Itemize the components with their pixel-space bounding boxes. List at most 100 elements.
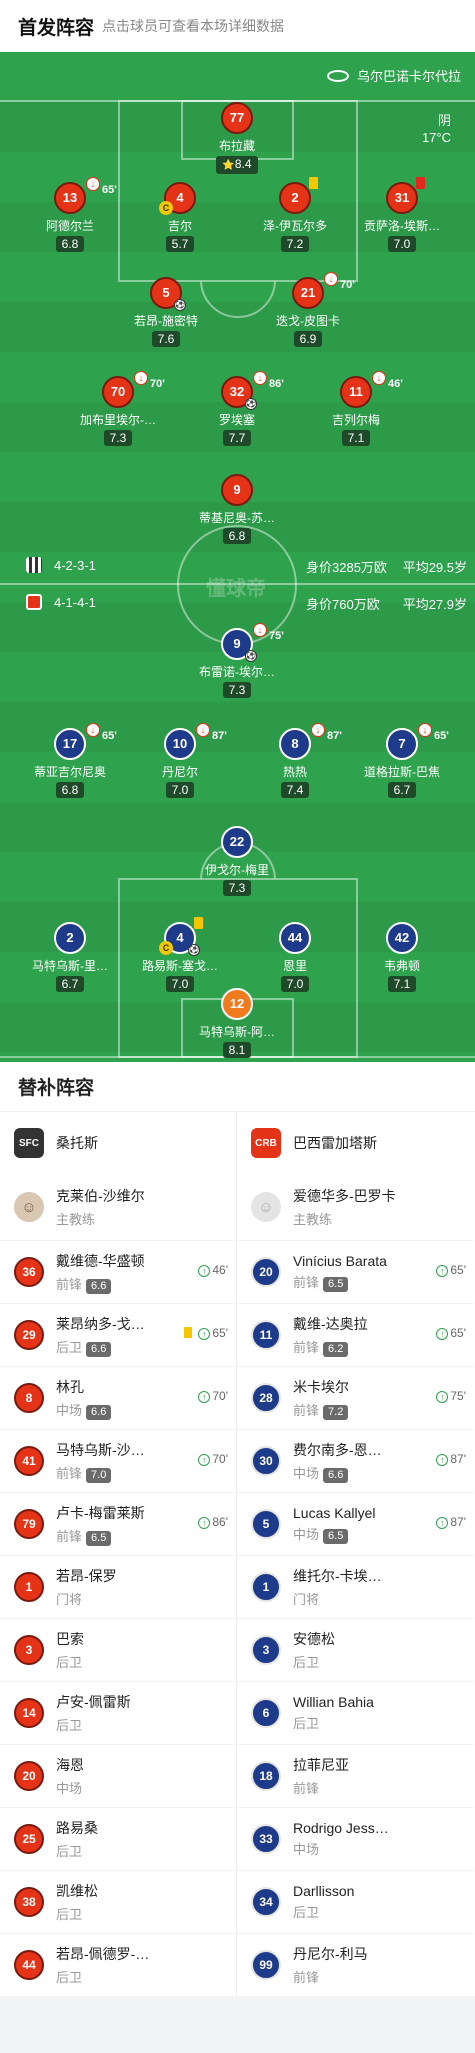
sub-player-row[interactable]: 14 卢安-佩雷斯 后卫 (0, 1681, 236, 1744)
player-name: Vinícius Barata (293, 1252, 387, 1269)
sub-player-row[interactable]: 28 米卡埃尔 前锋 7.2 ↑ 75' (237, 1366, 474, 1429)
player-position: 前锋 (56, 1528, 83, 1544)
sub-player-row[interactable]: 29 莱昂纳多-戈… 后卫 6.6 ↑ 65' (0, 1303, 236, 1366)
away-player-8[interactable]: 4 C ⚽ 路易斯-塞戈… 7.0 (115, 917, 245, 993)
player-number: 28 (251, 1383, 281, 1413)
sub-player-row[interactable]: 8 林孔 中场 6.6 ↑ 70' (0, 1366, 236, 1429)
player-rating: 7.2 (323, 1404, 349, 1420)
player-rating: 5.7 (165, 236, 195, 252)
sub-player-row[interactable]: 33 Rodrigo Jess… 中场 (237, 1807, 474, 1870)
away-coach-row[interactable]: ☺ 爱德华多-巴罗卡 主教练 (237, 1174, 474, 1240)
away-player-3[interactable]: 10 ↓ 87' 丹尼尔 7.0 (115, 723, 245, 799)
lineup-header: 首发阵容 点击球员可查看本场详细数据 (0, 0, 475, 52)
away-player-1[interactable]: 9 ↓ 75' ⚽ 布雷诺-埃尔… 7.3 (172, 623, 302, 699)
away-subs-column: CRB 巴西雷加塔斯 ☺ 爱德华多-巴罗卡 主教练 20 Vinícius Bar… (237, 1112, 474, 1996)
player-name: Willian Bahia (293, 1694, 374, 1710)
player-number: 42 (386, 922, 418, 954)
away-player-5[interactable]: 7 ↓ 65' 道格拉斯-巴焦 6.7 (337, 723, 467, 799)
home-player-8[interactable]: 70 ↓ 70' 加布里埃尔-… 7.3 (53, 371, 183, 447)
sub-player-row[interactable]: 30 费尔南多-恩… 中场 6.6 ↑ 87' (237, 1429, 474, 1492)
sub-minute: 86' (212, 1515, 228, 1529)
home-player-5[interactable]: 31 贡萨洛-埃斯… 7.0 (337, 177, 467, 253)
sub-player-row[interactable]: 6 Willian Bahia 后卫 (237, 1681, 474, 1744)
player-name: 维托尔-卡埃… (293, 1568, 382, 1584)
sub-icon: ↓ (253, 623, 267, 637)
player-number: 8 (14, 1383, 44, 1413)
sub-minute: 70' (340, 279, 355, 291)
player-position: 中场 (293, 1465, 320, 1481)
player-position: 前锋 (293, 1339, 320, 1355)
home-player-6[interactable]: 5 ⚽ 若昂-施密特 7.6 (101, 277, 231, 348)
lineup-subtitle: 点击球员可查看本场详细数据 (102, 18, 285, 34)
player-number: 25 (14, 1824, 44, 1854)
away-value: 身价760万欧 (306, 597, 380, 612)
player-rating: 6.8 (55, 236, 85, 252)
player-position: 前锋 (293, 1402, 320, 1418)
home-player-11[interactable]: 9 蒂基尼奥-苏… 6.8 (172, 474, 302, 545)
player-position: 中场 (293, 1526, 320, 1542)
sub-player-row[interactable]: 36 戴维德-华盛顿 前锋 6.6 ↑ 46' (0, 1240, 236, 1303)
sub-icon: ↓ (253, 371, 267, 385)
sub-player-row[interactable]: 1 维托尔-卡埃… 门将 (237, 1555, 474, 1618)
player-name: 道格拉斯-巴焦 (364, 765, 440, 779)
sub-icon: ↓ (196, 723, 210, 737)
sub-in-icon: ↑ (436, 1454, 449, 1466)
home-player-7[interactable]: 21 ↓ 70' 迭戈-皮图卡 6.9 (243, 272, 373, 348)
captain-icon: C (159, 941, 173, 955)
player-number: 44 (279, 922, 311, 954)
player-number: 5 (251, 1509, 281, 1539)
goal-ball-icon: ⚽ (245, 650, 257, 662)
sub-player-row[interactable]: 1 若昂-保罗 门将 (0, 1555, 236, 1618)
sub-icon: ↓ (86, 723, 100, 737)
home-coach-row[interactable]: ☺ 克莱伯-沙维尔 主教练 (0, 1174, 236, 1240)
player-number: 44 (14, 1950, 44, 1980)
player-number: 38 (14, 1887, 44, 1917)
coach-avatar-icon: ☺ (14, 1192, 44, 1222)
home-team-name: 桑托斯 (56, 1135, 98, 1151)
player-number: 79 (14, 1509, 44, 1539)
player-rating: 8.4 (234, 157, 252, 171)
sub-player-row[interactable]: 38 凯维松 后卫 (0, 1870, 236, 1933)
sub-player-row[interactable]: 3 安德松 后卫 (237, 1618, 474, 1681)
sub-player-row[interactable]: 18 拉菲尼亚 前锋 (237, 1744, 474, 1807)
sub-minute: 65' (434, 730, 449, 742)
away-player-10[interactable]: 42 韦弗顿 7.1 (337, 922, 467, 993)
player-name: 吉尔 (167, 219, 192, 233)
player-rating: 7.3 (222, 682, 252, 698)
sub-player-row[interactable]: 20 海恩 中场 (0, 1744, 236, 1807)
sub-player-row[interactable]: 3 巴索 后卫 (0, 1618, 236, 1681)
sub-player-row[interactable]: 41 马特乌斯-沙… 前锋 7.0 ↑ 70' (0, 1429, 236, 1492)
home-team-badge-icon: SFC (14, 1128, 44, 1158)
sub-player-row[interactable]: 79 卢卡-梅雷莱斯 前锋 6.5 ↑ 86' (0, 1492, 236, 1555)
goal-ball-icon: ⚽ (245, 398, 257, 410)
player-number: 12 (221, 988, 253, 1020)
sub-player-row[interactable]: 44 若昂-佩德罗-… 后卫 (0, 1933, 236, 1996)
away-player-11[interactable]: 12 马特乌斯-阿… 8.1 (172, 988, 302, 1059)
player-number: 1 (14, 1572, 44, 1602)
sub-player-row[interactable]: 34 Darllisson 后卫 (237, 1870, 474, 1933)
sub-player-row[interactable]: 5 Lucas Kallyel 中场 6.5 ↑ 87' (237, 1492, 474, 1555)
home-team-row[interactable]: SFC 桑托斯 (0, 1112, 236, 1174)
away-player-6[interactable]: 22 伊戈尔-梅里 7.3 (172, 826, 302, 897)
away-team-row[interactable]: CRB 巴西雷加塔斯 (237, 1112, 474, 1174)
star-icon: ⭐ (222, 160, 235, 171)
sub-player-row[interactable]: 25 路易桑 后卫 (0, 1807, 236, 1870)
sub-player-row[interactable]: 20 Vinícius Barata 前锋 6.5 ↑ 65' (237, 1240, 474, 1303)
player-rating: 6.6 (86, 1341, 112, 1357)
home-value: 身价3285万欧 (306, 560, 387, 575)
player-name: Darllisson (293, 1883, 355, 1899)
sub-player-row[interactable]: 99 丹尼尔-利马 前锋 (237, 1933, 474, 1996)
home-player-10[interactable]: 11 ↓ 46' 吉列尔梅 7.1 (291, 371, 421, 447)
sub-in-icon: ↑ (436, 1391, 449, 1403)
player-number: 9 (233, 636, 241, 651)
player-position: 后卫 (293, 1716, 320, 1731)
sub-player-row[interactable]: 11 戴维-达奥拉 前锋 6.2 ↑ 65' (237, 1303, 474, 1366)
home-player-9[interactable]: 32 ↓ 86' ⚽ 罗埃塞 7.7 (172, 371, 302, 447)
player-name: 贡萨洛-埃斯… (364, 219, 440, 233)
home-player-3[interactable]: 4C 吉尔 5.7 (115, 182, 245, 253)
home-player-1[interactable]: 77 布拉藏 ⭐8.4 (172, 102, 302, 174)
player-rating: 6.7 (55, 976, 85, 992)
sub-in-icon: ↑ (198, 1517, 211, 1529)
player-number: 3 (251, 1635, 281, 1665)
home-subs-column: SFC 桑托斯 ☺ 克莱伯-沙维尔 主教练 36 戴维德-华盛顿 前锋 6.6 ↑ 46'… (0, 1112, 237, 1996)
